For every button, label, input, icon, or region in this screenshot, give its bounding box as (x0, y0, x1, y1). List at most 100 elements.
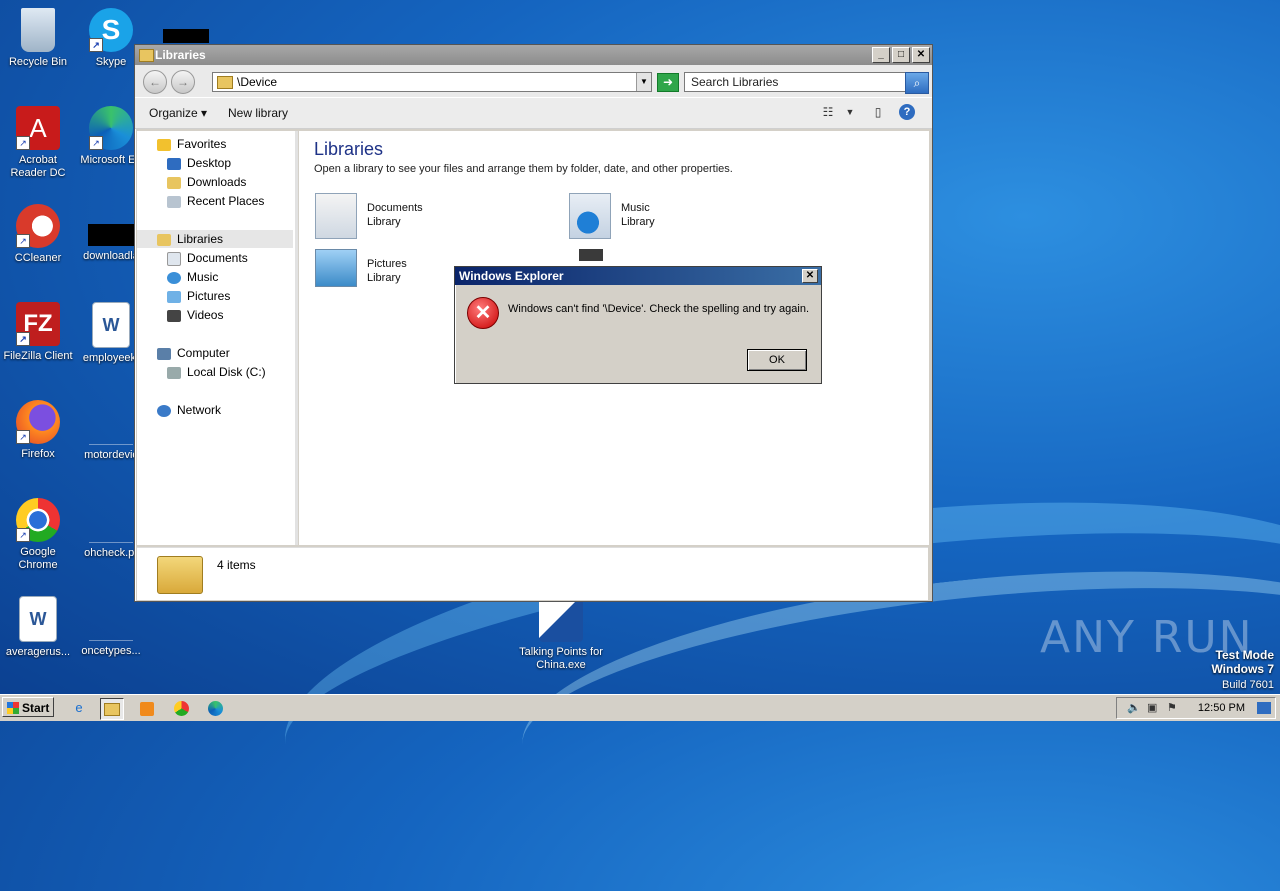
nav-videos[interactable]: Videos (167, 306, 223, 324)
libraries-icon (139, 49, 154, 62)
address-dropdown-button[interactable]: ▼ (636, 73, 651, 91)
library-type: Library (367, 216, 401, 228)
status-bar: 4 items (137, 547, 928, 600)
desktop-icon-averagerus[interactable]: W averagerus... (0, 596, 76, 659)
libraries-icon (157, 233, 171, 246)
error-dialog: Windows Explorer ✕ ✕ Windows can't find … (454, 266, 822, 384)
desktop-icon-oncetypes[interactable]: oncetypes... (73, 596, 149, 658)
volume-icon[interactable]: 🔈 (1127, 701, 1141, 714)
help-icon[interactable]: ? (899, 104, 915, 120)
dialog-message: Windows can't find '\Device'. Check the … (508, 303, 810, 315)
network-tray-icon[interactable]: ▣ (1147, 701, 1157, 714)
flag-icon[interactable]: ⚑ (1167, 701, 1177, 714)
documents-library-icon (315, 193, 357, 239)
computer-icon (157, 347, 171, 360)
music-library-icon (569, 193, 611, 239)
network-icon (157, 404, 171, 417)
back-button[interactable]: ← (143, 70, 167, 94)
system-tray: 🔈 ▣ ⚑ 12:50 PM (1116, 697, 1276, 719)
item-count: 4 items (217, 558, 256, 572)
library-name: Pictures (367, 258, 407, 270)
nav-computer[interactable]: Computer (157, 344, 230, 362)
minimize-button[interactable]: _ (872, 47, 890, 63)
videos-library-icon (579, 249, 603, 261)
desktop-icon-firefox[interactable]: ↗ Firefox (0, 400, 76, 461)
skype-icon: S ↗ (89, 8, 133, 52)
new-library-button[interactable]: New library (228, 106, 288, 120)
nav-favorites[interactable]: Favorites (157, 135, 226, 153)
edge-taskbar-icon[interactable] (204, 698, 226, 718)
nav-network[interactable]: Network (157, 401, 221, 419)
library-type: Library (621, 216, 655, 228)
nav-music[interactable]: Music (167, 268, 218, 286)
start-button[interactable]: Start (2, 697, 54, 717)
edge-icon: ↗ (89, 106, 133, 150)
word-document-icon: W (92, 302, 130, 348)
desktop-icon-filezilla[interactable]: FZ ↗ FileZilla Client (0, 302, 76, 363)
star-icon (157, 138, 171, 151)
downloads-icon (167, 176, 181, 189)
chevron-down-icon[interactable]: ▼ (841, 104, 859, 120)
library-name: Documents (367, 202, 423, 214)
desktop-icon-acrobat[interactable]: A ↗ Acrobat Reader DC (0, 106, 76, 180)
internet-explorer-icon[interactable]: e (68, 698, 90, 718)
acrobat-icon: A ↗ (16, 106, 60, 150)
dialog-close-button[interactable]: ✕ (802, 269, 818, 283)
library-type: Library (367, 272, 401, 284)
word-document-icon: W (19, 596, 57, 642)
chrome-icon: ↗ (16, 498, 60, 542)
command-bar: Organize ▾ New library ☷ ▼ ▯ ? (135, 97, 932, 129)
recent-places-icon (167, 195, 181, 208)
view-options-icon[interactable]: ☷ (819, 104, 837, 120)
build-label: Build 7601 (1222, 679, 1274, 691)
desktop-icon-talking-points[interactable]: Talking Points for China.exe (518, 598, 604, 672)
desktop-icon-chrome[interactable]: ↗ Google Chrome (0, 498, 76, 572)
address-text: \Device (237, 75, 278, 89)
media-player-icon[interactable] (136, 698, 158, 718)
dialog-title: Windows Explorer (459, 269, 564, 283)
close-button[interactable]: ✕ (912, 47, 930, 63)
search-placeholder: Search Libraries (691, 75, 779, 89)
forward-button[interactable]: → (171, 70, 195, 94)
go-button[interactable]: ➜ (657, 73, 679, 92)
filezilla-icon: FZ ↗ (16, 302, 60, 346)
start-label: Start (22, 701, 50, 715)
preview-pane-icon[interactable]: ▯ (869, 104, 887, 120)
executable-icon (539, 598, 583, 642)
nav-local-disk[interactable]: Local Disk (C:) (167, 363, 266, 381)
file-icon (88, 224, 134, 246)
show-desktop-icon[interactable] (1257, 702, 1271, 714)
blank-file-icon (89, 498, 133, 543)
navigation-pane: Favorites Desktop Downloads Recent Place… (137, 131, 298, 545)
search-icon[interactable]: ⌕ (905, 72, 929, 94)
chrome-taskbar-icon[interactable] (170, 698, 192, 718)
nav-libraries[interactable]: Libraries (137, 230, 293, 248)
music-icon (167, 271, 181, 284)
search-input[interactable]: Search Libraries ⌕ (684, 72, 929, 94)
clock[interactable]: 12:50 PM (1198, 702, 1245, 714)
explorer-taskbar-icon[interactable] (100, 698, 124, 720)
drive-icon (167, 366, 181, 379)
blank-file-icon (89, 400, 133, 445)
folder-icon (217, 76, 233, 89)
test-mode-label: Test Mode (1215, 648, 1274, 662)
libraries-folder-icon (157, 556, 203, 594)
address-row: ← → \Device ▼ ➜ Search Libraries ⌕ (135, 65, 932, 97)
desktop-icon-recycle-bin[interactable]: Recycle Bin (0, 8, 76, 69)
ok-button[interactable]: OK (747, 349, 807, 371)
window-titlebar[interactable]: Libraries _ □ ✕ (135, 45, 932, 65)
ccleaner-icon: ↗ (16, 204, 60, 248)
address-bar[interactable]: \Device ▼ (212, 72, 652, 92)
desktop-icon (167, 157, 181, 170)
organize-button[interactable]: Organize ▾ (149, 106, 207, 120)
maximize-button[interactable]: □ (892, 47, 910, 63)
recycle-bin-icon (21, 8, 55, 52)
content-subtitle: Open a library to see your files and arr… (314, 163, 733, 175)
nav-recent-places[interactable]: Recent Places (167, 192, 264, 210)
nav-downloads[interactable]: Downloads (167, 173, 246, 191)
desktop-icon-ccleaner[interactable]: ↗ CCleaner (0, 204, 76, 265)
nav-desktop[interactable]: Desktop (167, 154, 231, 172)
dialog-titlebar[interactable]: Windows Explorer ✕ (455, 267, 821, 285)
nav-pictures[interactable]: Pictures (167, 287, 230, 305)
nav-documents[interactable]: Documents (167, 249, 248, 267)
